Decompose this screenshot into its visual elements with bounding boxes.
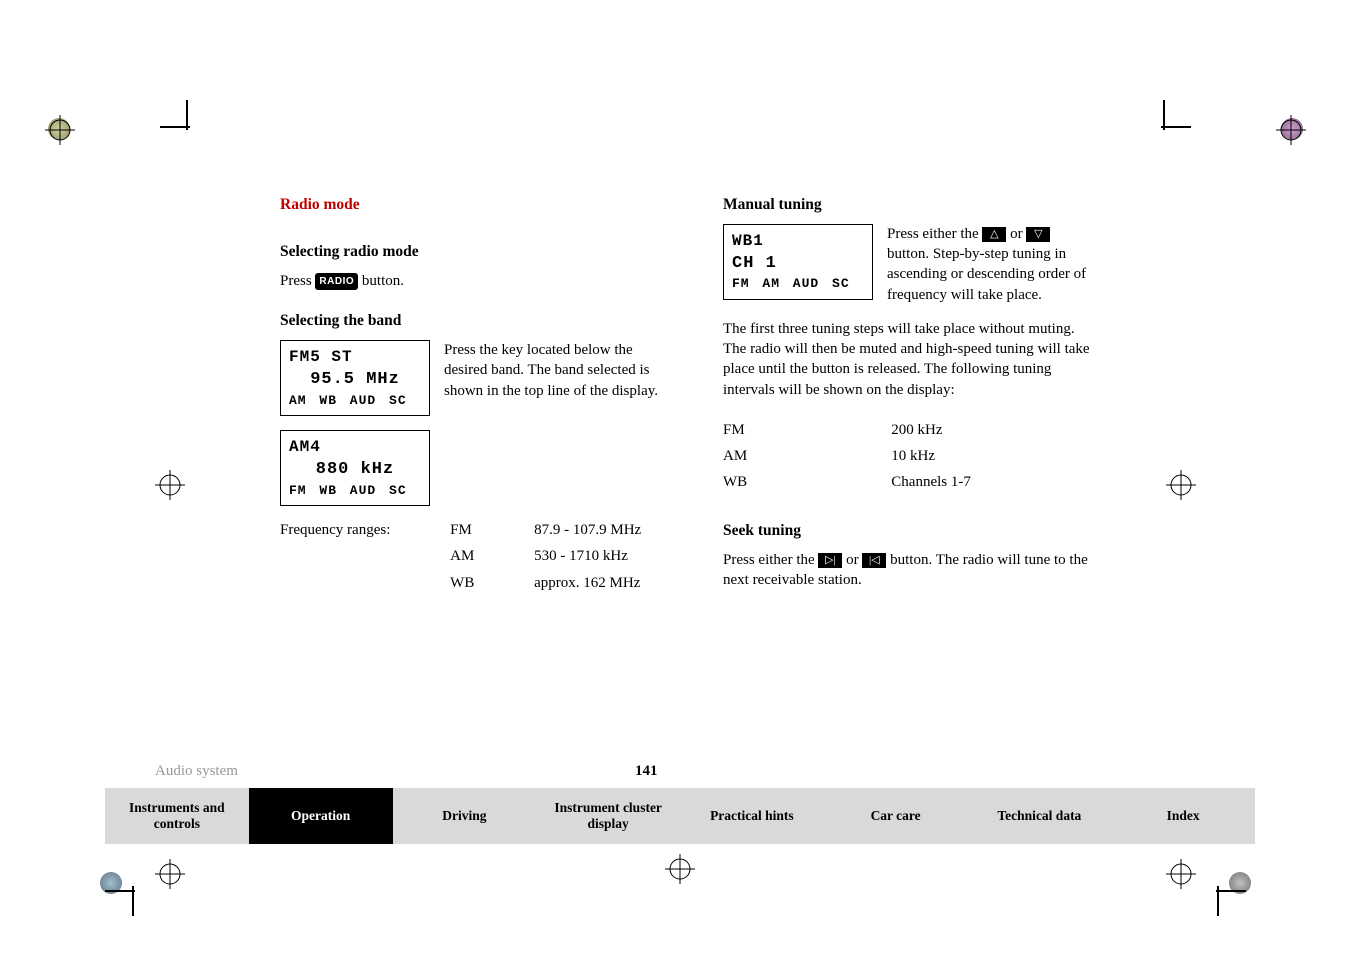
freq-wb-label: WB	[450, 573, 508, 593]
int-am-val: 10 kHz	[891, 446, 1095, 466]
freq-ranges-label: Frequency ranges:	[280, 520, 424, 593]
lcd-wb-row: WB1 CH 1 FM AM AUD SC Press either the △…	[723, 224, 1095, 305]
page-content: Radio mode Selecting radio mode Press RA…	[280, 195, 1095, 593]
freq-fm-label: FM	[450, 520, 508, 540]
tab-car-care[interactable]: Car care	[824, 788, 968, 844]
page-number: 141	[635, 763, 658, 780]
up-arrow-icon: △	[982, 227, 1006, 242]
manual-intro-c: button. Step-by-step tuning in ascending…	[887, 246, 1086, 303]
int-fm-label: FM	[723, 420, 871, 440]
heading-radio-mode: Radio mode	[280, 195, 675, 216]
footer-section-label: Audio system	[155, 763, 635, 780]
lcd-wb-line1: WB1	[732, 231, 864, 253]
press-radio-line: Press RADIO button.	[280, 271, 675, 291]
page-footer: Audio system 141 Instruments and control…	[105, 763, 1255, 844]
tab-operation[interactable]: Operation	[249, 788, 393, 844]
lcd-am-display: AM4 880 kHz FM WB AUD SC	[280, 430, 430, 506]
lcd-wb-line2: CH 1	[732, 253, 864, 276]
radio-button-icon: RADIO	[315, 273, 358, 291]
manual-intro-b: or	[1006, 226, 1026, 242]
int-am-label: AM	[723, 446, 871, 466]
tab-technical-data[interactable]: Technical data	[968, 788, 1112, 844]
lcd-wb-display: WB1 CH 1 FM AM AUD SC	[723, 224, 873, 300]
lcd-fm-line3: AM WB AUD SC	[289, 392, 421, 410]
heading-selecting-band: Selecting the band	[280, 311, 675, 332]
chapter-tabs: Instruments and controls Operation Drivi…	[105, 788, 1255, 844]
prev-track-icon: |◁	[862, 553, 886, 568]
tab-instruments[interactable]: Instruments and controls	[105, 788, 249, 844]
lcd-wb-line3: FM AM AUD SC	[732, 275, 864, 293]
tab-index[interactable]: Index	[1111, 788, 1255, 844]
tab-practical-hints[interactable]: Practical hints	[680, 788, 824, 844]
text-button-suffix: button.	[358, 273, 404, 289]
left-column: Radio mode Selecting radio mode Press RA…	[280, 195, 675, 593]
lcd-fm-line2: 95.5 MHz	[289, 369, 421, 392]
lcd-fm-row: FM5 ST 95.5 MHz AM WB AUD SC Press the k…	[280, 340, 675, 416]
text-press: Press	[280, 273, 315, 289]
freq-fm-val: 87.9 - 107.9 MHz	[534, 520, 675, 540]
lcd-am-line1: AM4	[289, 437, 421, 459]
seek-b: or	[842, 552, 862, 568]
tab-instrument-cluster[interactable]: Instrument cluster display	[536, 788, 680, 844]
freq-am-label: AM	[450, 546, 508, 566]
seek-a: Press either the	[723, 552, 818, 568]
seek-text: Press either the ▷| or |◁ button. The ra…	[723, 550, 1095, 591]
manual-body: The first three tuning steps will take p…	[723, 319, 1095, 400]
heading-seek-tuning: Seek tuning	[723, 521, 1095, 542]
lcd-am-row: AM4 880 kHz FM WB AUD SC	[280, 430, 675, 506]
lcd-am-line3: FM WB AUD SC	[289, 482, 421, 500]
int-fm-val: 200 kHz	[891, 420, 1095, 440]
next-track-icon: ▷|	[818, 553, 842, 568]
freq-am-val: 530 - 1710 kHz	[534, 546, 675, 566]
int-wb-val: Channels 1-7	[891, 472, 1095, 492]
lcd-fm-line1: FM5 ST	[289, 347, 421, 369]
band-description: Press the key located below the desired …	[444, 340, 675, 401]
right-column: Manual tuning WB1 CH 1 FM AM AUD SC Pres…	[723, 195, 1095, 593]
manual-intro-a: Press either the	[887, 226, 982, 242]
manual-intro: Press either the △ or ▽ button. Step-by-…	[887, 224, 1095, 305]
lcd-am-line2: 880 kHz	[289, 459, 421, 482]
down-arrow-icon: ▽	[1026, 227, 1050, 242]
freq-wb-val: approx. 162 MHz	[534, 573, 675, 593]
heading-manual-tuning: Manual tuning	[723, 195, 1095, 216]
tab-driving[interactable]: Driving	[393, 788, 537, 844]
frequency-ranges-table: Frequency ranges: FM 87.9 - 107.9 MHz AM…	[280, 520, 675, 593]
lcd-fm-display: FM5 ST 95.5 MHz AM WB AUD SC	[280, 340, 430, 416]
int-wb-label: WB	[723, 472, 871, 492]
tuning-intervals-table: FM 200 kHz AM 10 kHz WB Channels 1-7	[723, 420, 1095, 493]
heading-selecting-mode: Selecting radio mode	[280, 242, 675, 263]
